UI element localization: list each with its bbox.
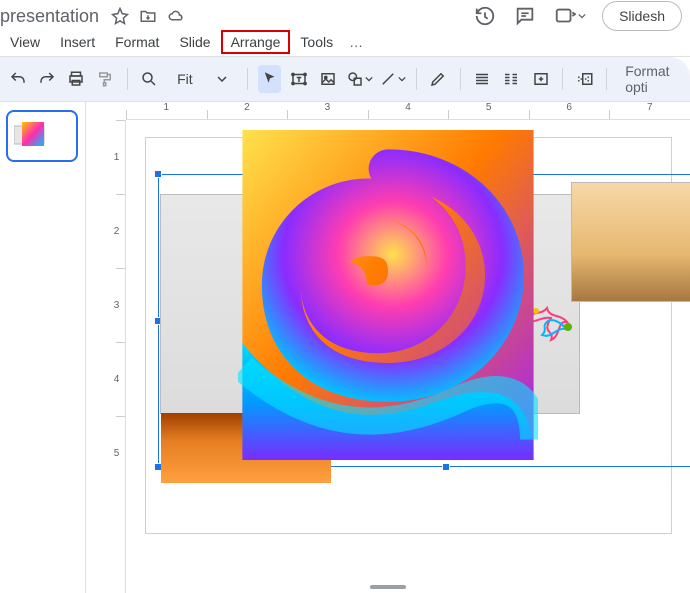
pen-tool[interactable] xyxy=(426,65,449,93)
shape-tool[interactable] xyxy=(346,65,373,93)
history-icon[interactable] xyxy=(474,5,496,27)
menu-insert[interactable]: Insert xyxy=(50,30,105,54)
cloud-status-icon[interactable] xyxy=(165,5,187,27)
toolbar-separator xyxy=(247,68,248,90)
title-bar: presentation Slidesh xyxy=(0,0,690,28)
ruler-tick: 2 xyxy=(207,102,288,119)
ruler-tick: 1 xyxy=(126,102,207,119)
filmstrip[interactable] xyxy=(0,102,86,593)
menu-slide[interactable]: Slide xyxy=(169,30,220,54)
vertical-ruler: 1 2 3 4 5 xyxy=(108,120,126,593)
rotation-handle[interactable] xyxy=(442,147,450,155)
menu-view[interactable]: View xyxy=(0,30,50,54)
star-icon[interactable] xyxy=(109,5,131,27)
align-left-icon[interactable] xyxy=(471,65,494,93)
new-slide-icon[interactable] xyxy=(529,65,552,93)
menu-arrange[interactable]: Arrange xyxy=(221,30,291,54)
zoom-value: Fit xyxy=(177,71,193,87)
transition-icon[interactable] xyxy=(573,65,596,93)
doc-title[interactable]: presentation xyxy=(0,6,99,27)
ruler-tick: 5 xyxy=(448,102,529,119)
speaker-notes-handle[interactable] xyxy=(370,585,406,589)
menu-format[interactable]: Format xyxy=(105,30,169,54)
ruler-tick: 4 xyxy=(368,102,449,119)
ruler-tick: 5 xyxy=(108,416,125,490)
move-folder-icon[interactable] xyxy=(137,5,159,27)
redo-button[interactable] xyxy=(35,65,58,93)
format-options[interactable]: Format opti xyxy=(625,63,684,95)
selection-box[interactable] xyxy=(158,174,690,467)
toolbar-separator xyxy=(606,68,607,90)
zoom-icon[interactable] xyxy=(138,65,161,93)
text-box-tool[interactable] xyxy=(287,65,310,93)
paint-format-button[interactable] xyxy=(94,65,117,93)
ruler-tick: 6 xyxy=(529,102,610,119)
toolbar-separator xyxy=(416,68,417,90)
toolbar-separator xyxy=(127,68,128,90)
comment-icon[interactable] xyxy=(514,5,536,27)
ruler-tick: 4 xyxy=(108,342,125,416)
workspace: 1 2 3 4 5 6 7 1 2 3 4 5 xyxy=(0,102,690,593)
slideshow-button[interactable]: Slidesh xyxy=(602,1,682,31)
image-tool[interactable] xyxy=(316,65,339,93)
menu-overflow[interactable]: … xyxy=(343,30,369,54)
toolbar-separator xyxy=(460,68,461,90)
title-right-icons: Slidesh xyxy=(474,1,690,31)
undo-button[interactable] xyxy=(6,65,29,93)
menu-bar: View Insert Format Slide Arrange Tools … xyxy=(0,28,690,56)
slide-thumbnail[interactable] xyxy=(6,110,78,162)
present-icon[interactable] xyxy=(554,5,576,27)
toolbar-separator xyxy=(562,68,563,90)
line-tool[interactable] xyxy=(379,65,406,93)
ruler-tick: 7 xyxy=(609,102,690,119)
ruler-tick: 3 xyxy=(287,102,368,119)
horizontal-ruler: 1 2 3 4 5 6 7 xyxy=(126,102,690,120)
select-tool[interactable] xyxy=(258,65,281,93)
toolbar: Fit Format opti xyxy=(0,57,690,101)
ruler-tick: 2 xyxy=(108,194,125,268)
ruler-tick: 1 xyxy=(108,120,125,194)
print-button[interactable] xyxy=(65,65,88,93)
menu-tools[interactable]: Tools xyxy=(290,30,343,54)
ruler-tick: 3 xyxy=(108,268,125,342)
align-center-icon[interactable] xyxy=(500,65,523,93)
zoom-select[interactable]: Fit xyxy=(167,71,237,87)
canvas-area[interactable]: 1 2 3 4 5 6 7 1 2 3 4 5 xyxy=(86,102,690,593)
